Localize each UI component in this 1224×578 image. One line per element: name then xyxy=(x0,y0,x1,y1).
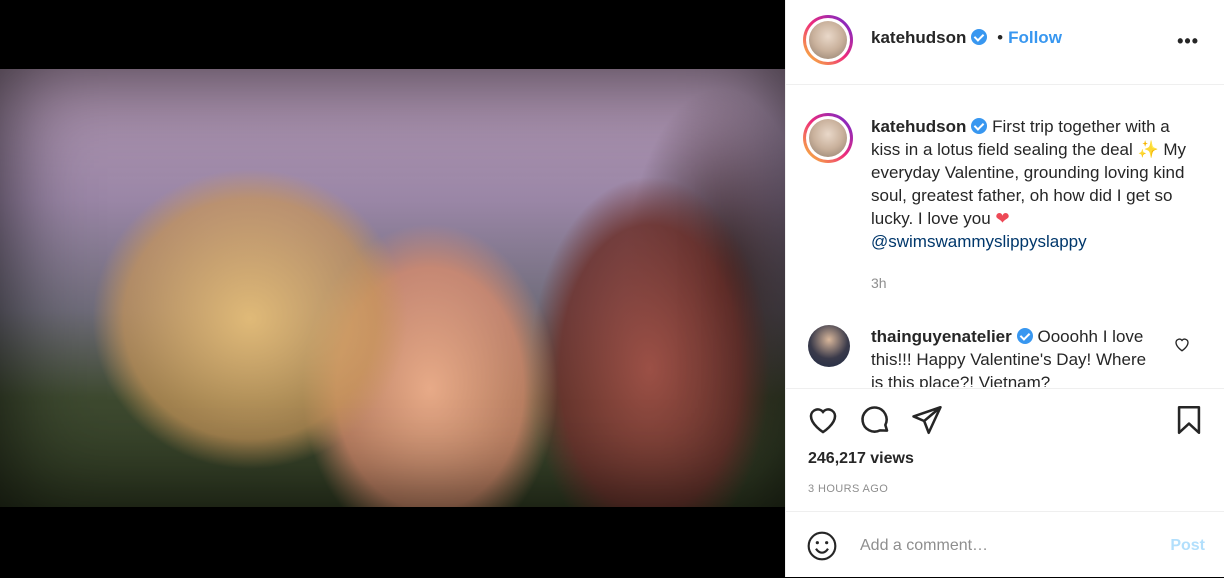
post-comment-button[interactable]: Post xyxy=(1170,537,1205,555)
comment: thainguyenatelier Oooohh I love this!!! … xyxy=(871,325,1161,387)
post-side-panel: katehudson • Follow ••• katehudson First … xyxy=(785,0,1224,577)
action-bar: 246,217 views 3 HOURS AGO xyxy=(786,388,1224,511)
sparkles-emoji: ✨ xyxy=(1137,140,1159,159)
verified-badge-icon xyxy=(971,118,988,134)
mention-link[interactable]: @swimswammyslippyslappy xyxy=(871,232,1087,251)
comment-like-heart-icon[interactable] xyxy=(1173,335,1191,353)
comment-bubble-icon[interactable] xyxy=(858,403,892,437)
caption-avatar[interactable] xyxy=(803,113,853,163)
post-photo[interactable] xyxy=(0,69,785,507)
add-comment-bar: Post xyxy=(786,511,1224,578)
heart-icon[interactable] xyxy=(806,403,840,437)
commenter-avatar[interactable] xyxy=(808,325,850,367)
caption-username[interactable]: katehudson xyxy=(871,117,966,136)
more-options-icon[interactable]: ••• xyxy=(1177,31,1199,52)
author-avatar[interactable] xyxy=(803,15,853,65)
verified-badge-icon xyxy=(971,29,988,45)
post-header: katehudson • Follow ••• xyxy=(786,0,1224,85)
post-timestamp[interactable]: 3 HOURS AGO xyxy=(808,483,888,495)
media-area xyxy=(0,0,785,577)
comment-input[interactable] xyxy=(858,532,1142,560)
bookmark-icon[interactable] xyxy=(1172,403,1206,437)
paper-plane-icon[interactable] xyxy=(910,403,944,437)
views-count[interactable]: 246,217 views xyxy=(808,450,914,468)
commenter-username[interactable]: thainguyenatelier xyxy=(871,327,1012,346)
comments-list[interactable]: katehudson First trip together with a ki… xyxy=(786,85,1224,387)
smiley-icon[interactable] xyxy=(806,530,838,562)
follow-button[interactable]: Follow xyxy=(1008,28,1062,47)
verified-badge-icon xyxy=(1016,328,1033,344)
caption: katehudson First trip together with a ki… xyxy=(871,115,1191,253)
author-username[interactable]: katehudson xyxy=(871,28,966,47)
separator-dot: • xyxy=(997,28,1004,47)
caption-timestamp[interactable]: 3h xyxy=(871,275,887,291)
red-heart-emoji: ❤ xyxy=(995,209,1010,228)
